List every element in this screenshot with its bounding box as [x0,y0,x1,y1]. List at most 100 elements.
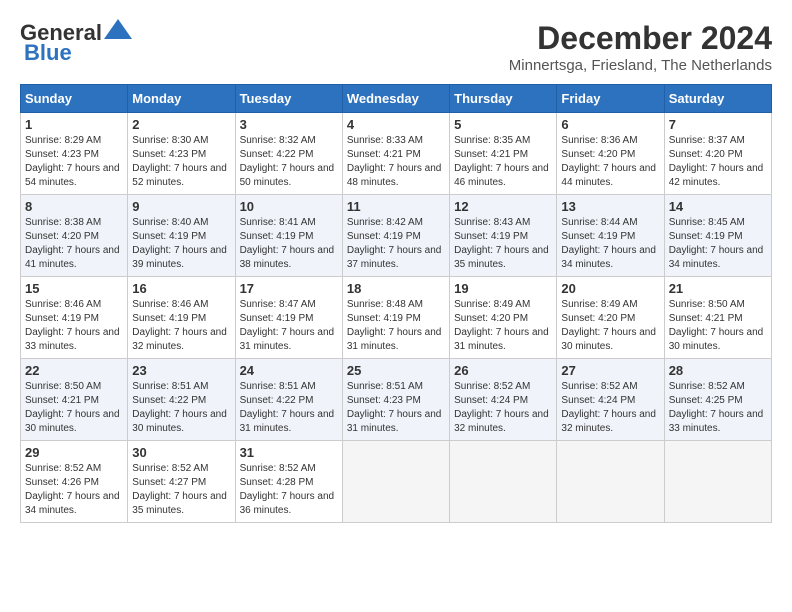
day-info: Sunrise: 8:49 AMSunset: 4:20 PMDaylight:… [454,298,552,354]
day-info: Sunrise: 8:38 AMSunset: 4:20 PMDaylight:… [25,216,123,272]
day-number: 2 [132,117,230,132]
weekday-header-monday: Monday [128,85,235,113]
day-number: 29 [25,445,123,460]
day-number: 7 [669,117,767,132]
day-number: 21 [669,281,767,296]
calendar-week-2: 8 Sunrise: 8:38 AMSunset: 4:20 PMDaylight… [21,195,772,277]
calendar-cell: 25 Sunrise: 8:51 AMSunset: 4:23 PMDayligh… [342,359,449,441]
weekday-header-wednesday: Wednesday [342,85,449,113]
day-number: 1 [25,117,123,132]
day-info: Sunrise: 8:50 AMSunset: 4:21 PMDaylight:… [669,298,767,354]
day-number: 23 [132,363,230,378]
calendar-cell: 17 Sunrise: 8:47 AMSunset: 4:19 PMDayligh… [235,277,342,359]
calendar-cell: 23 Sunrise: 8:51 AMSunset: 4:22 PMDayligh… [128,359,235,441]
calendar-cell: 20Sunrise: 8:49 AMSunset: 4:20 PMDayligh… [557,277,664,359]
day-info: Sunrise: 8:29 AMSunset: 4:23 PMDaylight:… [25,134,123,190]
calendar-cell: 1 Sunrise: 8:29 AMSunset: 4:23 PMDaylight… [21,113,128,195]
day-info: Sunrise: 8:52 AMSunset: 4:27 PMDaylight:… [132,462,230,518]
calendar-cell: 15 Sunrise: 8:46 AMSunset: 4:19 PMDayligh… [21,277,128,359]
calendar-cell: 14 Sunrise: 8:45 AMSunset: 4:19 PMDayligh… [664,195,771,277]
day-info: Sunrise: 8:52 AMSunset: 4:26 PMDaylight:… [25,462,123,518]
calendar-cell: 9 Sunrise: 8:40 AMSunset: 4:19 PMDaylight… [128,195,235,277]
day-info: Sunrise: 8:47 AMSunset: 4:19 PMDaylight:… [240,298,338,354]
day-info: Sunrise: 8:52 AMSunset: 4:28 PMDaylight:… [240,462,338,518]
month-title: December 2024 [509,20,772,57]
calendar-cell: 5 Sunrise: 8:35 AMSunset: 4:21 PMDaylight… [450,113,557,195]
calendar-cell: 10 Sunrise: 8:41 AMSunset: 4:19 PMDayligh… [235,195,342,277]
day-number: 15 [25,281,123,296]
day-number: 6 [561,117,659,132]
calendar-cell: 19 Sunrise: 8:49 AMSunset: 4:20 PMDayligh… [450,277,557,359]
logo-icon [104,19,132,39]
calendar-cell: 11Sunrise: 8:42 AMSunset: 4:19 PMDayligh… [342,195,449,277]
day-info: Sunrise: 8:52 AMSunset: 4:24 PMDaylight:… [561,380,659,436]
day-info: Sunrise: 8:33 AMSunset: 4:21 PMDaylight:… [347,134,445,190]
calendar-cell: 16 Sunrise: 8:46 AMSunset: 4:19 PMDayligh… [128,277,235,359]
calendar-cell: 12 Sunrise: 8:43 AMSunset: 4:19 PMDayligh… [450,195,557,277]
calendar-cell: 27 Sunrise: 8:52 AMSunset: 4:24 PMDayligh… [557,359,664,441]
calendar-cell: 24 Sunrise: 8:51 AMSunset: 4:22 PMDayligh… [235,359,342,441]
logo-blue: Blue [24,40,72,66]
day-number: 11 [347,199,445,214]
day-info: Sunrise: 8:51 AMSunset: 4:22 PMDaylight:… [132,380,230,436]
day-info: Sunrise: 8:32 AMSunset: 4:22 PMDaylight:… [240,134,338,190]
calendar-cell [450,441,557,523]
calendar-cell: 7Sunrise: 8:37 AMSunset: 4:20 PMDaylight… [664,113,771,195]
day-number: 9 [132,199,230,214]
day-info: Sunrise: 8:35 AMSunset: 4:21 PMDaylight:… [454,134,552,190]
day-number: 25 [347,363,445,378]
day-info: Sunrise: 8:49 AMSunset: 4:20 PMDaylight:… [561,298,659,354]
day-info: Sunrise: 8:51 AMSunset: 4:22 PMDaylight:… [240,380,338,436]
day-info: Sunrise: 8:40 AMSunset: 4:19 PMDaylight:… [132,216,230,272]
calendar-cell [557,441,664,523]
day-info: Sunrise: 8:51 AMSunset: 4:23 PMDaylight:… [347,380,445,436]
weekday-header-sunday: Sunday [21,85,128,113]
day-info: Sunrise: 8:46 AMSunset: 4:19 PMDaylight:… [132,298,230,354]
day-info: Sunrise: 8:52 AMSunset: 4:25 PMDaylight:… [669,380,767,436]
day-info: Sunrise: 8:48 AMSunset: 4:19 PMDaylight:… [347,298,445,354]
calendar-header-row: SundayMondayTuesdayWednesdayThursdayFrid… [21,85,772,113]
day-number: 4 [347,117,445,132]
day-number: 8 [25,199,123,214]
day-info: Sunrise: 8:46 AMSunset: 4:19 PMDaylight:… [25,298,123,354]
day-number: 31 [240,445,338,460]
calendar-table: SundayMondayTuesdayWednesdayThursdayFrid… [20,84,772,523]
day-info: Sunrise: 8:52 AMSunset: 4:24 PMDaylight:… [454,380,552,436]
calendar-cell: 18Sunrise: 8:48 AMSunset: 4:19 PMDayligh… [342,277,449,359]
calendar-week-3: 15 Sunrise: 8:46 AMSunset: 4:19 PMDayligh… [21,277,772,359]
day-info: Sunrise: 8:45 AMSunset: 4:19 PMDaylight:… [669,216,767,272]
day-number: 10 [240,199,338,214]
calendar-cell: 13Sunrise: 8:44 AMSunset: 4:19 PMDayligh… [557,195,664,277]
calendar-cell: 30 Sunrise: 8:52 AMSunset: 4:27 PMDayligh… [128,441,235,523]
day-info: Sunrise: 8:43 AMSunset: 4:19 PMDaylight:… [454,216,552,272]
day-number: 19 [454,281,552,296]
location-title: Minnertsga, Friesland, The Netherlands [509,57,772,74]
day-number: 24 [240,363,338,378]
day-number: 12 [454,199,552,214]
weekday-header-tuesday: Tuesday [235,85,342,113]
title-section: December 2024 Minnertsga, Friesland, The… [509,20,772,74]
weekday-header-saturday: Saturday [664,85,771,113]
calendar-cell: 26Sunrise: 8:52 AMSunset: 4:24 PMDayligh… [450,359,557,441]
weekday-header-friday: Friday [557,85,664,113]
calendar-cell: 21 Sunrise: 8:50 AMSunset: 4:21 PMDayligh… [664,277,771,359]
calendar-cell: 31 Sunrise: 8:52 AMSunset: 4:28 PMDayligh… [235,441,342,523]
logo: General Blue [20,20,132,66]
day-number: 30 [132,445,230,460]
calendar-week-4: 22Sunrise: 8:50 AMSunset: 4:21 PMDayligh… [21,359,772,441]
calendar-cell [342,441,449,523]
page-header: General Blue December 2024 Minnertsga, F… [20,20,772,74]
day-info: Sunrise: 8:41 AMSunset: 4:19 PMDaylight:… [240,216,338,272]
day-info: Sunrise: 8:36 AMSunset: 4:20 PMDaylight:… [561,134,659,190]
day-number: 14 [669,199,767,214]
calendar-cell [664,441,771,523]
day-number: 3 [240,117,338,132]
day-number: 17 [240,281,338,296]
calendar-cell: 4 Sunrise: 8:33 AMSunset: 4:21 PMDaylight… [342,113,449,195]
day-number: 16 [132,281,230,296]
weekday-header-thursday: Thursday [450,85,557,113]
day-number: 27 [561,363,659,378]
calendar-week-1: 1 Sunrise: 8:29 AMSunset: 4:23 PMDaylight… [21,113,772,195]
calendar-cell: 3 Sunrise: 8:32 AMSunset: 4:22 PMDaylight… [235,113,342,195]
day-number: 5 [454,117,552,132]
